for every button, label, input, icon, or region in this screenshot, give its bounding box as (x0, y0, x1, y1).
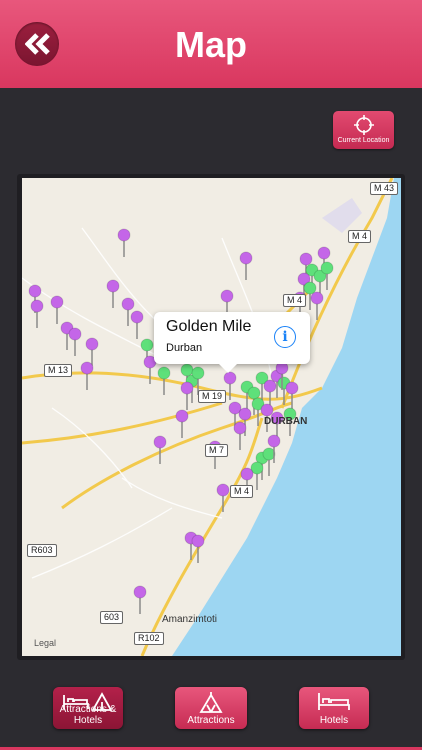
map-pin[interactable] (180, 363, 194, 377)
map-pin[interactable] (220, 289, 234, 303)
callout-subtitle: Durban (166, 342, 203, 354)
page-title: Map (175, 24, 247, 65)
tab-label: Attractions & Hotels (59, 704, 117, 726)
header-bar: Map (0, 0, 422, 88)
road-label: M 7 (205, 444, 229, 457)
map-pin[interactable] (133, 585, 147, 599)
map-pin[interactable] (157, 366, 171, 380)
map-base (22, 178, 401, 656)
map-pin[interactable] (247, 386, 261, 400)
tab-attractions[interactable]: Attractions (175, 687, 247, 729)
map-pin[interactable] (50, 295, 64, 309)
road-label: M 19 (198, 390, 227, 403)
road-label: R603 (27, 544, 57, 557)
map-pin[interactable] (262, 447, 276, 461)
map-pin[interactable] (260, 403, 274, 417)
map-pin[interactable] (239, 251, 253, 265)
map-pin[interactable] (153, 435, 167, 449)
tab-label: Hotels (319, 715, 349, 726)
info-icon[interactable]: i (274, 326, 296, 348)
map-pin[interactable] (130, 310, 144, 324)
place-label: Amanzimtoti (162, 614, 218, 625)
map-pin[interactable] (267, 434, 281, 448)
map-pin[interactable] (299, 252, 313, 266)
map-pin[interactable] (320, 261, 334, 275)
tent-icon (199, 692, 223, 713)
map-pin[interactable] (28, 284, 42, 298)
map-pin[interactable] (191, 366, 205, 380)
road-label: M 13 (44, 364, 73, 377)
current-location-label: Current Location (337, 137, 390, 144)
map-pin[interactable] (30, 299, 44, 313)
map-pin[interactable] (68, 327, 82, 341)
map-pin[interactable] (85, 337, 99, 351)
road-label: M 43 (370, 182, 399, 195)
road-label: M 4 (283, 294, 307, 307)
tab-label: Attractions (187, 715, 235, 726)
map-pin[interactable] (121, 297, 135, 311)
map-pin[interactable] (106, 279, 120, 293)
callout-title: Golden Mile (166, 318, 252, 335)
tab-attractions-and-hotels[interactable]: Attractions & Hotels (53, 687, 123, 729)
map-pin[interactable] (310, 291, 324, 305)
map-pin[interactable] (223, 371, 237, 385)
place-label: DURBAN (264, 416, 308, 427)
map-pin[interactable] (216, 483, 230, 497)
current-location-button[interactable]: Current Location (333, 111, 394, 149)
crosshair-icon (353, 115, 374, 135)
bed-icon (318, 693, 350, 710)
map-pin[interactable] (117, 228, 131, 242)
road-label: R102 (134, 632, 164, 645)
tab-hotels[interactable]: Hotels (299, 687, 369, 729)
map-pin[interactable] (175, 409, 189, 423)
road-label: M 4 (230, 485, 254, 498)
map-pin[interactable] (233, 421, 247, 435)
map-pin[interactable] (317, 246, 331, 260)
map-pin[interactable] (240, 467, 254, 481)
map-pin[interactable] (285, 381, 299, 395)
map-pin[interactable] (180, 381, 194, 395)
map-pin[interactable] (80, 361, 94, 375)
map-pin[interactable] (238, 407, 252, 421)
map-pin[interactable] (191, 534, 205, 548)
map-pin[interactable] (140, 338, 154, 352)
road-label: M 4 (348, 230, 372, 243)
legal-link[interactable]: Legal (34, 638, 56, 648)
map-view[interactable]: M 43 M 4 M 4 M 13 M 19 M 7 M 4 R603 603 … (22, 178, 401, 656)
road-label: 603 (100, 611, 124, 624)
